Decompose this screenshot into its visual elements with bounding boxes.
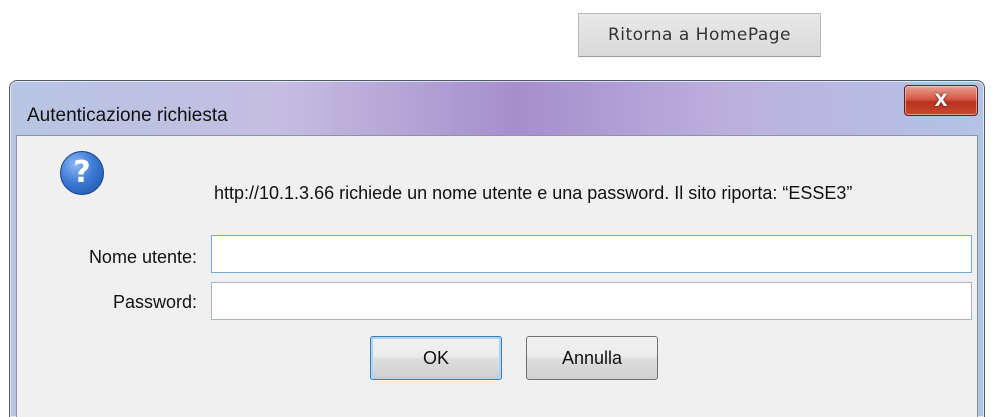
close-icon: X [934, 90, 948, 111]
username-label: Nome utente: [88, 247, 197, 267]
dialog-title: Autenticazione richiesta [27, 105, 228, 126]
password-field[interactable] [211, 282, 972, 320]
authentication-dialog: Autenticazione richiesta X ? http://10.1… [9, 80, 985, 417]
dialog-titlebar[interactable]: Autenticazione richiesta X [10, 81, 984, 135]
auth-message: http://10.1.3.66 richiede un nome utente… [214, 183, 853, 203]
password-label: Password: [112, 292, 197, 312]
dialog-body: ? http://10.1.3.66 richiede un nome uten… [16, 135, 978, 417]
return-home-button[interactable]: Ritorna a HomePage [578, 13, 821, 57]
cancel-button[interactable]: Annulla [526, 336, 658, 380]
username-field[interactable] [211, 235, 972, 273]
ok-button[interactable]: OK [370, 336, 502, 380]
help-question-icon: ? [60, 151, 104, 195]
close-button[interactable]: X [904, 85, 978, 116]
